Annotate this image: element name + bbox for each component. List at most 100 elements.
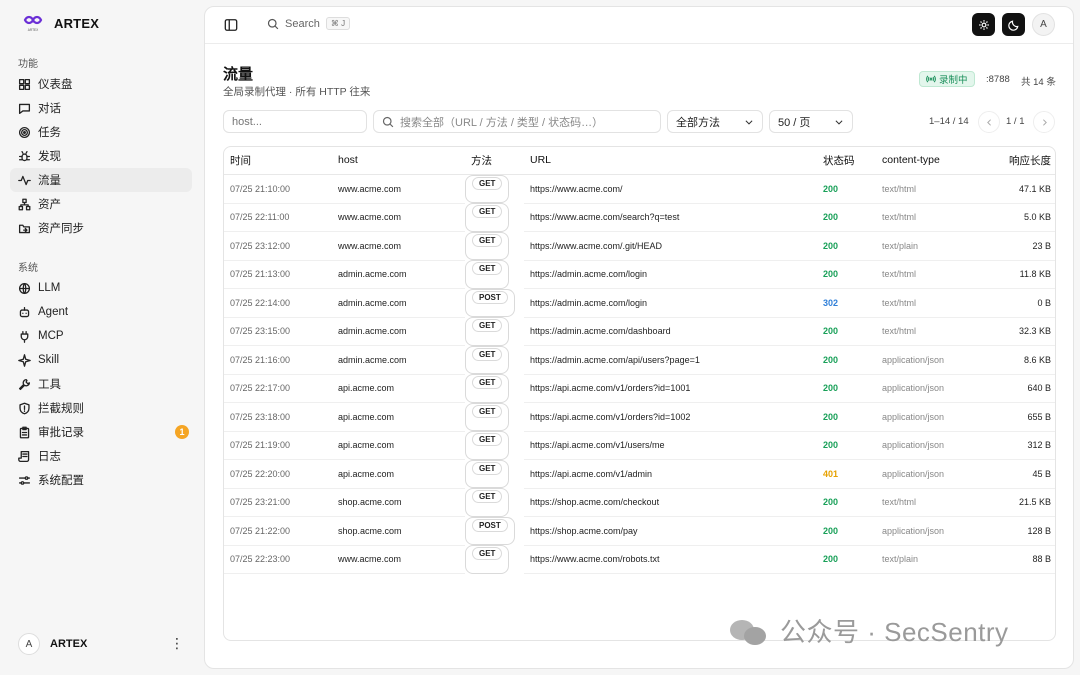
avatar[interactable]: A	[1032, 13, 1055, 36]
cell-time: 07/25 23:12:00	[224, 231, 332, 261]
chevron-down-icon	[835, 119, 843, 125]
table-row[interactable]: 07/25 21:16:00 admin.acme.com GET https://a…	[224, 345, 1055, 375]
table-row[interactable]: 07/25 23:12:00 www.acme.com GET https://www…	[224, 231, 1055, 261]
cell-content-type: application/json	[876, 516, 976, 546]
cell-content-type: text/html	[876, 488, 976, 517]
column-header-host[interactable]: host	[332, 147, 465, 175]
cell-time: 07/25 23:18:00	[224, 402, 332, 432]
table-row[interactable]: 07/25 23:18:00 api.acme.com GET https://api…	[224, 402, 1055, 432]
cell-time: 07/25 22:17:00	[224, 374, 332, 403]
cell-content-type: application/json	[876, 431, 976, 460]
method-select[interactable]: 全部方法	[667, 110, 763, 133]
column-header-method[interactable]: 方法	[465, 147, 524, 175]
cell-time: 07/25 22:14:00	[224, 288, 332, 318]
sidebar-item-traffic[interactable]: 流量	[10, 168, 192, 192]
cell-response-length: 23 B	[976, 231, 1055, 261]
table-row[interactable]: 07/25 22:23:00 www.acme.com GET https://www…	[224, 545, 1055, 574]
sidebar-item-label: 资产同步	[38, 223, 84, 235]
cell-content-type: text/html	[876, 260, 976, 289]
host-filter-input[interactable]	[223, 110, 367, 133]
table-row[interactable]: 07/25 22:20:00 api.acme.com GET https://api…	[224, 459, 1055, 489]
prev-page-button[interactable]	[978, 111, 1000, 133]
status-code: 401	[823, 468, 839, 479]
cell-time: 07/25 21:13:00	[224, 260, 332, 289]
column-header-response-length[interactable]: 响应长度	[976, 147, 1055, 175]
cell-url: https://api.acme.com/v1/orders?id=1001	[524, 374, 817, 403]
cell-content-type: application/json	[876, 459, 976, 489]
scroll-icon	[18, 450, 30, 462]
cell-host: admin.acme.com	[332, 317, 465, 346]
status-code: 200	[823, 525, 839, 536]
sidebar-item-system-config[interactable]: 系统配置	[10, 468, 192, 492]
target-icon	[18, 126, 31, 138]
wrench-icon	[18, 378, 31, 390]
sidebar-item-label: 拦截规则	[38, 403, 84, 415]
sidebar-item-logs[interactable]: 日志	[10, 444, 192, 468]
sidebar-item-tools[interactable]: 工具	[10, 372, 192, 396]
cell-time: 07/25 23:15:00	[224, 317, 332, 346]
cell-method: GET	[465, 345, 510, 374]
table-row[interactable]: 07/25 22:14:00 admin.acme.com POST https://…	[224, 288, 1055, 318]
next-page-button[interactable]	[1033, 111, 1055, 133]
cell-status: 200	[817, 402, 876, 432]
method-badge: POST	[472, 518, 508, 532]
column-header-url[interactable]: URL	[524, 147, 817, 175]
method-badge: GET	[472, 433, 503, 446]
sidebar-item-skill[interactable]: Skill	[10, 348, 192, 372]
cell-host: shop.acme.com	[332, 516, 465, 546]
cell-method: GET	[465, 431, 510, 460]
sidebar-item-llm[interactable]: LLM	[10, 276, 192, 300]
sidebar-item-chat[interactable]: 对话	[10, 96, 192, 120]
plug-icon	[20, 330, 29, 343]
chevron-right-icon	[1042, 118, 1047, 126]
table-row[interactable]: 07/25 21:13:00 admin.acme.com GET https://a…	[224, 260, 1055, 289]
status-code: 302	[823, 297, 839, 308]
cell-host: api.acme.com	[332, 374, 465, 403]
sidebar-item-assets[interactable]: 资产	[10, 192, 192, 216]
method-badge: GET	[472, 376, 503, 389]
column-header-status[interactable]: 状态码	[817, 147, 876, 175]
search-shortcut: ⌘ J	[325, 17, 351, 30]
table-row[interactable]: 07/25 22:11:00 www.acme.com GET https://www…	[224, 203, 1055, 232]
cell-method: GET	[465, 317, 510, 346]
cell-status: 200	[817, 431, 876, 460]
table-row[interactable]: 07/25 21:10:00 www.acme.com GET https://www…	[224, 174, 1055, 204]
table-row[interactable]: 07/25 21:22:00 shop.acme.com POST https://s…	[224, 516, 1055, 546]
status-code: 200	[823, 383, 839, 394]
table-row[interactable]: 07/25 21:19:00 api.acme.com GET https://api…	[224, 431, 1055, 460]
cell-response-length: 21.5 KB	[976, 488, 1055, 517]
page-size-select[interactable]: 50 / 页	[769, 110, 853, 133]
cell-response-length: 312 B	[976, 431, 1055, 460]
settings-button[interactable]	[972, 13, 995, 36]
cell-content-type: text/plain	[876, 231, 976, 261]
sidebar-item-tasks[interactable]: 任务	[10, 120, 192, 144]
sidebar-toggle-icon[interactable]	[224, 18, 238, 32]
section-label-features: 功能	[18, 59, 38, 70]
cell-content-type: text/html	[876, 317, 976, 346]
table-row[interactable]: 07/25 23:15:00 admin.acme.com GET https://a…	[224, 317, 1055, 346]
cell-response-length: 11.8 KB	[976, 260, 1055, 289]
column-header-time[interactable]: 时间	[224, 147, 332, 175]
sidebar-item-approvals[interactable]: 审批记录 1	[10, 420, 192, 444]
search-input[interactable]: 搜索全部（URL / 方法 / 类型 / 状态码…）	[373, 110, 661, 133]
user-menu[interactable]: A ARTEX ⋮	[18, 633, 190, 655]
sidebar-item-dashboard[interactable]: 仪表盘	[10, 72, 192, 96]
status-code: 200	[823, 497, 839, 508]
more-options-icon[interactable]: ⋮	[170, 636, 184, 650]
chevron-down-icon	[745, 119, 753, 125]
table-row[interactable]: 07/25 22:17:00 api.acme.com GET https://api…	[224, 374, 1055, 403]
column-header-content-type[interactable]: content-type	[876, 147, 976, 175]
sidebar-item-mcp[interactable]: MCP	[10, 324, 192, 348]
pagination-range: 1–14 / 14	[929, 116, 969, 127]
cell-method: POST	[465, 516, 515, 545]
nav-system: LLM Agent MCP Skill 工具 拦截规则 审批记录 1 日志 系统…	[10, 276, 192, 492]
sidebar-item-agent[interactable]: Agent	[10, 300, 192, 324]
brand[interactable]: ARTEX ARTEX	[22, 14, 99, 32]
cell-status: 200	[817, 516, 876, 546]
table-row[interactable]: 07/25 23:21:00 shop.acme.com GET https://sh…	[224, 488, 1055, 517]
theme-toggle-button[interactable]	[1002, 13, 1025, 36]
global-search[interactable]: Search ⌘ J	[267, 17, 351, 30]
sidebar-item-asset-sync[interactable]: 资产同步	[10, 216, 192, 240]
sidebar-item-intercept-rules[interactable]: 拦截规则	[10, 396, 192, 420]
sidebar-item-findings[interactable]: 发现	[10, 144, 192, 168]
